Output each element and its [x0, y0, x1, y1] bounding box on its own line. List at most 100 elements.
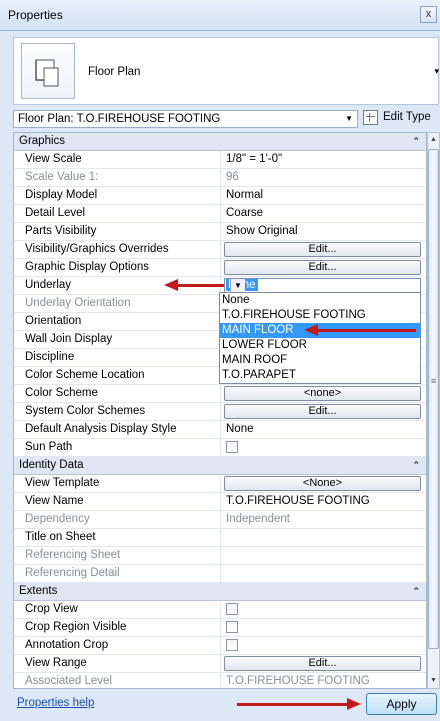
crop-view-checkbox[interactable]: [226, 603, 238, 615]
property-name: Underlay Orientation: [25, 297, 131, 309]
property-value[interactable]: T.O.FIREHOUSE FOOTING: [226, 495, 370, 507]
row-detail-level[interactable]: Detail Level Coarse: [14, 205, 426, 223]
property-value: Independent: [226, 513, 290, 525]
property-name: Parts Visibility: [25, 225, 97, 237]
row-view-range: View Range Edit...: [14, 655, 426, 673]
property-name: Detail Level: [25, 207, 86, 219]
row-scale-value: Scale Value 1: 96: [14, 169, 426, 187]
graphic-display-edit-button[interactable]: Edit...: [224, 260, 421, 275]
row-view-name[interactable]: View Name T.O.FIREHOUSE FOOTING: [14, 493, 426, 511]
property-name: View Template: [25, 477, 100, 489]
property-name: Display Model: [25, 189, 98, 201]
edit-type-button[interactable]: Edit Type: [363, 108, 439, 128]
properties-palette: Properties x Floor Plan ▾ Floor Plan: T.…: [0, 0, 440, 721]
property-name: Color Scheme Location: [25, 369, 145, 381]
type-selector[interactable]: Floor Plan ▾: [13, 37, 439, 105]
property-name: Annotation Crop: [25, 639, 109, 651]
dropdown-option[interactable]: T.O.FIREHOUSE FOOTING: [220, 308, 420, 323]
annotation-crop-checkbox[interactable]: [226, 639, 238, 651]
category-identity-data[interactable]: Identity Data ⌃: [14, 457, 426, 475]
row-parts-visibility[interactable]: Parts Visibility Show Original: [14, 223, 426, 241]
property-name: Crop View: [25, 603, 78, 615]
row-graphic-display: Graphic Display Options Edit...: [14, 259, 426, 277]
property-name: Wall Join Display: [25, 333, 113, 345]
property-name: Referencing Detail: [25, 567, 120, 579]
category-extents[interactable]: Extents ⌃: [14, 583, 426, 601]
dropdown-option[interactable]: MAIN ROOF: [220, 353, 420, 368]
property-value[interactable]: Show Original: [226, 225, 298, 237]
properties-grid: Graphics ⌃ View Scale 1/8" = 1'-0" Scale…: [13, 132, 427, 689]
vertical-scrollbar[interactable]: ▲ ≡ ▼: [427, 132, 440, 689]
row-title-on-sheet[interactable]: Title on Sheet: [14, 529, 426, 547]
row-associated-level: Associated Level T.O.FIREHOUSE FOOTING: [14, 673, 426, 688]
scroll-down-icon[interactable]: ▼: [428, 674, 439, 688]
edit-type-label: Edit Type: [383, 111, 431, 123]
scrollbar-thumb[interactable]: ≡: [428, 149, 439, 649]
system-color-edit-button[interactable]: Edit...: [224, 404, 421, 419]
dropdown-option[interactable]: T.O.PARAPET: [220, 368, 420, 383]
property-value[interactable]: None: [226, 423, 254, 435]
property-name: Color Scheme: [25, 387, 98, 399]
property-value[interactable]: 1/8" = 1'-0": [226, 153, 282, 165]
row-dependency: Dependency Independent: [14, 511, 426, 529]
underlay-dropdown-list: None T.O.FIREHOUSE FOOTING MAIN FLOOR LO…: [219, 292, 421, 384]
category-label: Graphics: [19, 135, 66, 147]
crop-region-checkbox[interactable]: [226, 621, 238, 633]
view-template-button[interactable]: <None>: [224, 476, 421, 491]
dropdown-option[interactable]: LOWER FLOOR: [220, 338, 420, 353]
view-range-edit-button[interactable]: Edit...: [224, 656, 421, 671]
property-name: View Range: [25, 657, 87, 669]
property-value: T.O.FIREHOUSE FOOTING: [226, 675, 370, 687]
row-system-color: System Color Schemes Edit...: [14, 403, 426, 421]
property-name: Associated Level: [25, 675, 112, 687]
property-value[interactable]: Coarse: [226, 207, 263, 219]
chevron-down-icon[interactable]: ▼: [230, 279, 245, 293]
property-value: 96: [226, 171, 239, 183]
row-crop-view: Crop View: [14, 601, 426, 619]
collapse-icon[interactable]: ⌃: [412, 136, 420, 147]
property-name: Scale Value 1:: [25, 171, 99, 183]
property-name: Graphic Display Options: [25, 261, 149, 273]
floor-plan-icon: [21, 43, 75, 99]
type-dropdown-arrow-icon[interactable]: ▾: [434, 66, 439, 77]
vg-overrides-edit-button[interactable]: Edit...: [224, 242, 421, 257]
property-name: Visibility/Graphics Overrides: [25, 243, 169, 255]
property-value[interactable]: Normal: [226, 189, 263, 201]
category-label: Extents: [19, 585, 58, 597]
properties-help-link[interactable]: Properties help: [17, 697, 94, 709]
close-button[interactable]: x: [420, 6, 437, 23]
collapse-icon[interactable]: ⌃: [412, 460, 420, 471]
close-icon: x: [425, 8, 432, 20]
row-vg-overrides: Visibility/Graphics Overrides Edit...: [14, 241, 426, 259]
category-label: Identity Data: [19, 459, 84, 471]
property-name: Default Analysis Display Style: [25, 423, 177, 435]
instance-filter-dropdown[interactable]: Floor Plan: T.O.FIREHOUSE FOOTING ▼: [13, 110, 358, 128]
scroll-up-icon[interactable]: ▲: [428, 133, 439, 147]
edit-type-icon: [363, 110, 378, 125]
property-name: View Scale: [25, 153, 82, 165]
row-referencing-sheet: Referencing Sheet: [14, 547, 426, 565]
chevron-down-icon: ▼: [345, 114, 353, 123]
collapse-icon[interactable]: ⌃: [412, 586, 420, 597]
property-name: View Name: [25, 495, 84, 507]
title-bar: Properties x: [0, 0, 440, 31]
property-name: Title on Sheet: [25, 531, 96, 543]
row-display-model[interactable]: Display Model Normal: [14, 187, 426, 205]
dropdown-option[interactable]: None: [220, 293, 420, 308]
property-name: Referencing Sheet: [25, 549, 121, 561]
grip-icon: ≡: [431, 376, 437, 386]
property-name: Underlay: [25, 279, 72, 291]
property-name: Crop Region Visible: [25, 621, 127, 633]
instance-filter-value: Floor Plan: T.O.FIREHOUSE FOOTING: [18, 113, 221, 125]
color-scheme-button[interactable]: <none>: [224, 386, 421, 401]
window-title: Properties: [8, 8, 63, 22]
property-name: Sun Path: [25, 441, 73, 453]
sun-path-checkbox[interactable]: [226, 441, 238, 453]
property-name: Discipline: [25, 351, 75, 363]
apply-button[interactable]: Apply: [366, 693, 437, 715]
row-default-analysis[interactable]: Default Analysis Display Style None: [14, 421, 426, 439]
type-name: Floor Plan: [88, 66, 141, 78]
row-view-scale[interactable]: View Scale 1/8" = 1'-0": [14, 151, 426, 169]
category-graphics[interactable]: Graphics ⌃: [14, 133, 426, 151]
row-color-scheme: Color Scheme <none>: [14, 385, 426, 403]
